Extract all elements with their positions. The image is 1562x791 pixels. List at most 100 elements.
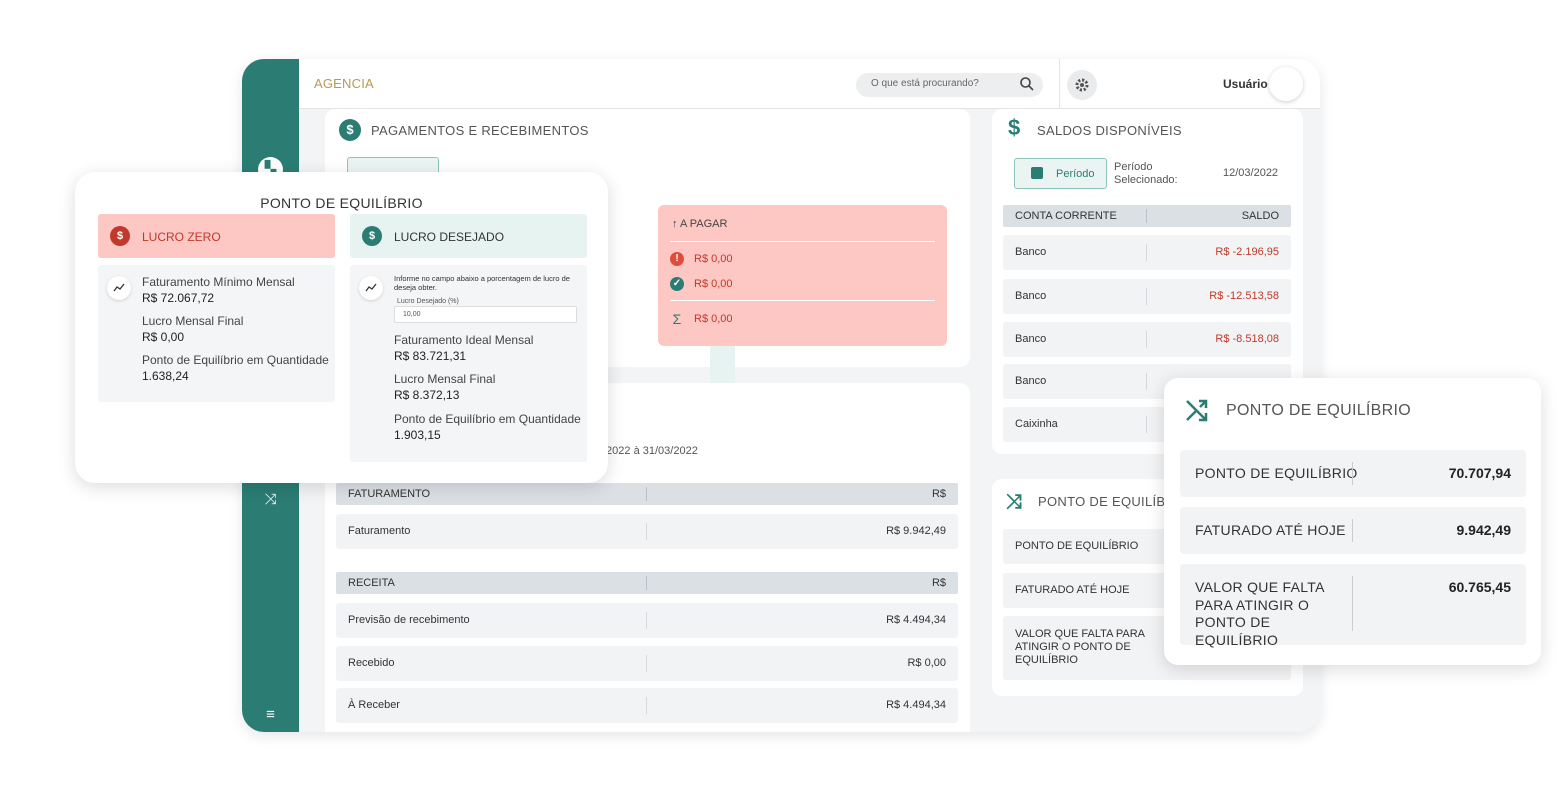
dollar-icon: $ <box>339 119 361 141</box>
saldos-title: SALDOS DISPONÍVEIS <box>1037 123 1182 138</box>
divider <box>1352 576 1353 631</box>
table-row: Banco R$ -2.196,95 <box>1003 235 1291 270</box>
divider <box>1146 288 1147 305</box>
overdue-value: R$ 0,00 <box>694 253 733 265</box>
dollar-icon: $ <box>110 226 130 246</box>
search-icon[interactable] <box>1019 76 1035 92</box>
divider <box>1146 373 1147 390</box>
row-value: R$ 9.942,49 <box>886 525 946 537</box>
table-row: Banco R$ -8.518,08 <box>1003 322 1291 357</box>
row-value: R$ 4.494,34 <box>886 699 946 711</box>
row-label: À Receber <box>348 699 400 711</box>
input-label: Lucro Desejado (%) <box>397 298 459 305</box>
row-value: R$ 4.494,34 <box>886 614 946 626</box>
faturamento-header: FATURAMENTO R$ <box>336 483 958 505</box>
item-value: R$ 83.721,31 <box>394 349 467 363</box>
period-button-label: Período <box>1056 168 1095 180</box>
table-row: VALOR QUE FALTA PARA ATINGIR O PONTO DE … <box>1180 564 1526 648</box>
row-label: Caixinha <box>1015 418 1058 430</box>
item-label: Ponto de Equilíbrio em Quantidade <box>394 412 581 426</box>
item-label: Lucro Mensal Final <box>394 372 496 386</box>
table-row: Recebido R$ 0,00 <box>336 646 958 681</box>
row-label: Banco <box>1015 375 1047 387</box>
divider <box>1146 244 1147 261</box>
a-pagar-box: ↑ A PAGAR ! R$ 0,00 ✓ R$ 0,00 Σ R$ 0,00 <box>658 205 947 346</box>
divider <box>646 487 647 501</box>
collapse-menu-icon[interactable]: ≡ <box>258 702 283 727</box>
row-label: Faturamento <box>348 525 411 537</box>
dollar-icon: $ <box>362 226 382 246</box>
row-label: FATURADO ATÉ HOJE <box>1015 584 1130 596</box>
total-value: R$ 0,00 <box>694 313 733 325</box>
saldos-header: CONTA CORRENTE SALDO <box>1003 205 1291 227</box>
col-header: RECEITA <box>348 577 395 589</box>
row-label: VALOR QUE FALTA PARA ATINGIR O PONTO DE … <box>1015 628 1145 667</box>
selected-period-value: 12/03/2022 <box>1223 167 1279 179</box>
divider <box>1146 416 1147 433</box>
divider <box>646 576 647 590</box>
table-row: Previsão de recebimento R$ 4.494,34 <box>336 603 958 638</box>
search-input[interactable]: O que está procurando? <box>871 78 979 89</box>
row-value: R$ -12.513,58 <box>1209 290 1279 302</box>
a-pagar-title: ↑ A PAGAR <box>672 218 728 230</box>
receita-header: RECEITA R$ <box>336 572 958 594</box>
col-header: FATURAMENTO <box>348 488 431 500</box>
equilibrio-popup: PONTO DE EQUILÍBRIO $ LUCRO ZERO Faturam… <box>75 172 608 483</box>
divider <box>646 612 647 629</box>
lucro-zero-header: $ LUCRO ZERO <box>98 214 335 258</box>
lucro-zero-panel: Faturamento Mínimo Mensal R$ 72.067,72 L… <box>98 265 335 402</box>
lucro-desejado-input[interactable]: 10,00 <box>394 306 577 323</box>
row-value: 70.707,94 <box>1448 465 1511 481</box>
row-label: VALOR QUE FALTA PARA ATINGIR O PONTO DE … <box>1195 579 1324 648</box>
divider <box>1146 209 1147 223</box>
divider <box>646 697 647 714</box>
divider <box>670 241 935 242</box>
check-icon: ✓ <box>670 277 684 291</box>
item-label: Lucro Mensal Final <box>142 314 244 328</box>
row-label: FATURADO ATÉ HOJE <box>1195 522 1346 538</box>
search-bar[interactable]: O que está procurando? <box>856 73 1043 97</box>
shuffle-icon: ⤨ <box>1006 491 1022 513</box>
shuffle-icon <box>1186 399 1208 422</box>
calendar-icon <box>1031 167 1043 179</box>
dollar-icon: $ <box>1008 115 1021 140</box>
avatar[interactable] <box>1269 67 1303 101</box>
alert-icon: ! <box>670 252 684 266</box>
lucro-zero-title: LUCRO ZERO <box>142 230 221 244</box>
row-value: R$ -8.518,08 <box>1215 333 1279 345</box>
item-label: Ponto de Equilíbrio em Quantidade <box>142 353 329 367</box>
topbar-divider <box>1059 59 1060 109</box>
row-value: 60.765,45 <box>1448 579 1511 595</box>
instruction-text: Informe no campo abaixo a porcentagem de… <box>394 274 570 293</box>
divider <box>1146 331 1147 348</box>
item-value: R$ 0,00 <box>142 330 185 344</box>
divider <box>1352 519 1353 542</box>
row-value: 9.942,49 <box>1456 522 1512 538</box>
table-row: À Receber R$ 4.494,34 <box>336 688 958 723</box>
popup-title: PONTO DE EQUILÍBRIO <box>1226 402 1411 419</box>
a-pagar-paid: ✓ R$ 0,00 <box>670 277 733 291</box>
row-label: Banco <box>1015 290 1047 302</box>
row-label: PONTO DE EQUILÍBRIO <box>1015 540 1139 552</box>
topbar: AGENCIA O que está procurando? Usuário <box>299 59 1320 109</box>
gear-icon <box>1075 78 1089 92</box>
shuffle-icon[interactable]: ⤨ <box>258 487 283 512</box>
col-header: CONTA CORRENTE <box>1015 210 1117 222</box>
table-row: Banco R$ -12.513,58 <box>1003 279 1291 314</box>
item-value: R$ 8.372,13 <box>394 388 460 402</box>
divider <box>646 523 647 540</box>
payments-title: PAGAMENTOS E RECEBIMENTOS <box>371 123 589 138</box>
trending-icon <box>107 276 131 300</box>
item-label: Faturamento Mínimo Mensal <box>142 275 295 289</box>
row-label: Previsão de recebimento <box>348 614 470 626</box>
item-value: R$ 72.067,72 <box>142 291 215 305</box>
row-value: R$ -2.196,95 <box>1215 246 1279 258</box>
selected-period-label: Período Selecionado: <box>1114 161 1178 187</box>
a-pagar-overdue: ! R$ 0,00 <box>670 252 733 266</box>
settings-button[interactable] <box>1067 70 1097 100</box>
row-value: R$ 0,00 <box>907 657 946 669</box>
saldos-period-button[interactable]: Período <box>1014 158 1107 189</box>
table-row: FATURADO ATÉ HOJE 9.942,49 <box>1180 507 1526 554</box>
row-label: Recebido <box>348 657 395 669</box>
popup-title: PONTO DE EQUILÍBRIO <box>260 195 423 211</box>
